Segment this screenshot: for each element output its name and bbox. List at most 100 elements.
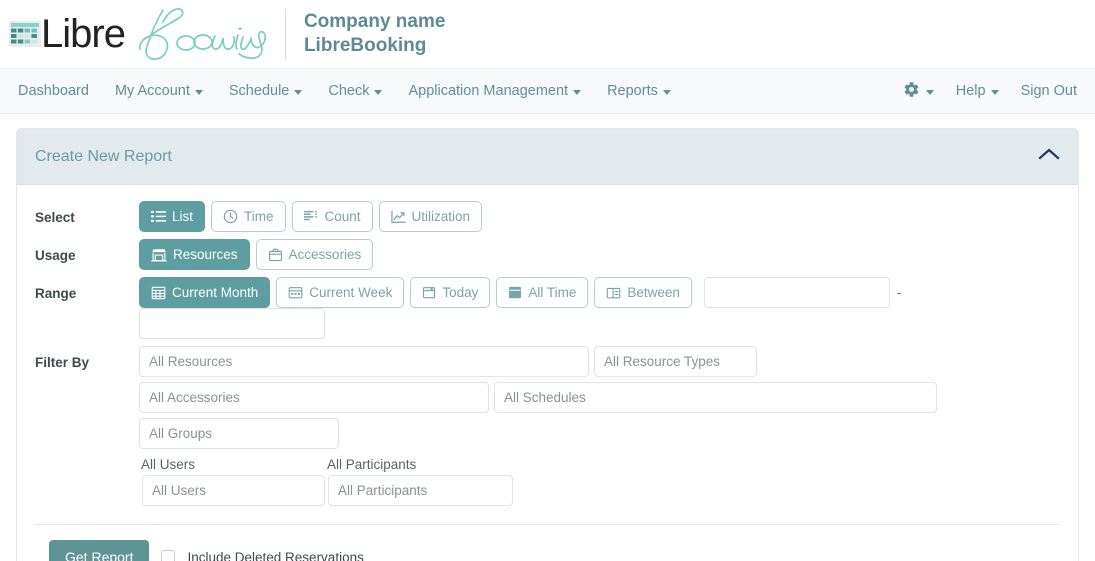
range-option-current-month[interactable]: Current Month [139, 277, 271, 308]
range-option-label: All Time [528, 285, 577, 300]
include-deleted-reservations-checkbox[interactable] [161, 550, 176, 561]
filter-line-groups [139, 418, 937, 449]
filter-all-schedules-input[interactable] [494, 382, 937, 413]
nav-item-dashboard[interactable]: Dashboard [18, 83, 89, 99]
usage-option-label: Resources [173, 247, 238, 262]
filter-all-groups-input[interactable] [139, 418, 339, 449]
range-button-group: Current Month Current Week Today All Tim… [139, 277, 692, 308]
range-option-current-week[interactable]: Current Week [276, 277, 405, 308]
filter-all-participants-input[interactable] [328, 475, 513, 506]
nav-label: Reports [607, 83, 658, 99]
select-option-label: List [172, 209, 194, 224]
chevron-down-icon [573, 90, 582, 95]
get-report-button[interactable]: Get Report [49, 540, 150, 561]
card-header: Create New Report [17, 129, 1078, 185]
filter-all-resources-input[interactable] [139, 346, 589, 377]
filter-all-users-input[interactable] [142, 475, 325, 506]
usage-button-group: Resources Accessories [139, 239, 374, 270]
chevron-down-icon [294, 90, 303, 95]
usage-option-accessories[interactable]: Accessories [255, 239, 374, 270]
nav-item-settings[interactable] [903, 81, 934, 102]
chevron-down-icon [990, 90, 999, 95]
usage-option-label: Accessories [288, 247, 362, 262]
usage-option-resources[interactable]: Resources [139, 239, 250, 270]
briefcase-icon [268, 248, 283, 262]
nav-item-sign-out[interactable]: Sign Out [1021, 83, 1077, 99]
usage-row: Usage Resources Accessories [35, 239, 1060, 270]
chevron-down-icon [194, 90, 203, 95]
nav-item-check[interactable]: Check [328, 83, 383, 99]
brand-divider [284, 9, 286, 59]
nav-label: Dashboard [18, 83, 89, 99]
card-body: Select List Time Count Utilization Usage… [17, 185, 1078, 561]
range-date-separator: - [896, 285, 902, 300]
store-icon [151, 248, 167, 262]
filter-inputs-group [139, 346, 937, 449]
company-block: Company name LibreBooking [304, 10, 445, 58]
select-option-time[interactable]: Time [211, 201, 286, 232]
list-icon [151, 210, 166, 223]
nav-item-schedule[interactable]: Schedule [228, 83, 303, 99]
calendar-day-icon [422, 285, 436, 300]
range-option-today[interactable]: Today [410, 277, 491, 308]
nav-label: Check [328, 83, 370, 99]
nav-label: Sign Out [1020, 83, 1077, 99]
page-title: Create New Report [35, 147, 172, 165]
nav-item-application-management[interactable]: Application Management [408, 83, 582, 99]
card-footer: Get Report Include Deleted Reservations [35, 524, 1060, 561]
select-option-label: Count [324, 209, 361, 224]
filter-all-accessories-input[interactable] [139, 382, 489, 413]
main-navigation: Dashboard My Account Schedule Check Appl… [0, 68, 1095, 114]
range-start-date-input[interactable] [703, 277, 890, 308]
select-row: Select List Time Count Utilization [35, 201, 1060, 232]
calendar-month-icon [151, 285, 166, 300]
chevron-down-icon [374, 90, 383, 95]
logo-text-libre: Libre [41, 12, 126, 56]
select-label: Select [35, 210, 75, 225]
select-option-label: Utilization [411, 209, 471, 224]
nav-label: My Account [114, 83, 190, 99]
page-content: Create New Report Select List Time Count… [0, 114, 1095, 561]
calendar-week-icon [288, 285, 303, 300]
usage-label: Usage [35, 248, 76, 263]
chevron-up-icon [1038, 147, 1060, 166]
select-option-label: Time [244, 209, 274, 224]
range-option-all-time[interactable]: All Time [496, 277, 589, 308]
range-row: Range Current Month Current Week Today A… [35, 277, 1060, 339]
nav-right-group: Help Sign Out [903, 81, 1077, 102]
range-option-between[interactable]: Between [594, 277, 692, 308]
user-inputs-group [139, 475, 937, 506]
select-option-count[interactable]: Count [291, 201, 373, 232]
filter-all-resource-types-input[interactable] [594, 346, 757, 377]
filter-by-row: Filter By All Resources All Resource Typ… [35, 346, 1060, 506]
select-option-utilization[interactable]: Utilization [378, 201, 483, 232]
nav-label: Application Management [408, 83, 569, 99]
filter-line-resources [139, 346, 937, 377]
nav-item-reports[interactable]: Reports [607, 83, 671, 99]
nav-left-group: Dashboard My Account Schedule Check Appl… [18, 83, 671, 99]
include-deleted-reservations-label[interactable]: Include Deleted Reservations [187, 550, 363, 561]
nav-label: Schedule [228, 83, 290, 99]
all-users-label: All Users [141, 457, 196, 472]
calendar-filled-icon [508, 285, 522, 300]
range-option-label: Today [442, 285, 479, 300]
nav-item-my-account[interactable]: My Account [115, 83, 203, 99]
calendar-grid-icon [8, 19, 43, 49]
company-subtitle: LibreBooking [303, 35, 427, 56]
select-button-group: List Time Count Utilization [139, 201, 483, 232]
gear-icon [903, 81, 920, 102]
select-option-list[interactable]: List [139, 201, 206, 232]
filter-line-accessories [139, 382, 937, 413]
range-option-label: Current Week [309, 285, 393, 300]
nav-item-help[interactable]: Help [956, 83, 999, 99]
chart-line-icon [390, 210, 406, 224]
filter-by-label: Filter By [35, 355, 90, 370]
calendar-between-icon [606, 286, 621, 300]
collapse-toggle-button[interactable] [1038, 147, 1060, 166]
count-bars-icon [303, 210, 319, 223]
nav-label: Help [955, 83, 986, 99]
user-field-labels: All Users All Participants [139, 457, 937, 472]
clock-icon [223, 209, 238, 224]
range-end-date-input[interactable] [139, 308, 325, 339]
logo-script-booking [119, 4, 271, 67]
